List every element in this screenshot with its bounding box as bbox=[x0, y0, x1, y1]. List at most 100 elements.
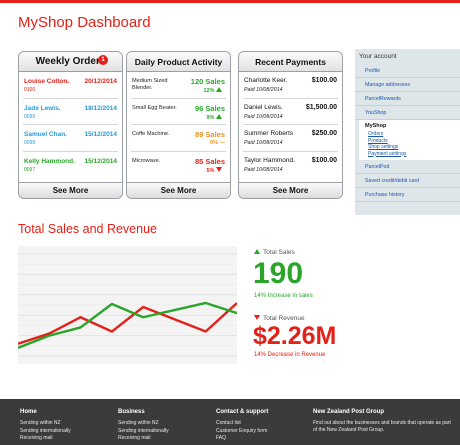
trend-down-icon bbox=[254, 315, 260, 320]
sidebar-item-purchase-history[interactable]: Purchase history bbox=[355, 188, 460, 202]
footer-link[interactable]: Sending internationally bbox=[20, 428, 115, 436]
payer-name: Summer Roberts bbox=[244, 130, 294, 137]
footer-col-business: Business Sending within NZ Sending inter… bbox=[118, 409, 213, 443]
product-change: 5% bbox=[206, 166, 225, 174]
weekly-orders-see-more-button[interactable]: See More bbox=[19, 182, 122, 198]
order-date: 20/12/2014 bbox=[84, 78, 117, 85]
product-name: Small Egg Beater. bbox=[132, 104, 177, 111]
sales-section-title: Total Sales and Revenue bbox=[18, 222, 157, 236]
chart-svg bbox=[17, 253, 238, 357]
footer-link[interactable]: Sending internationally bbox=[118, 428, 213, 436]
recent-payments-see-more-button[interactable]: See More bbox=[239, 182, 342, 198]
total-sales-label: Total Sales bbox=[254, 249, 295, 256]
product-name: Medium Sized Blender. bbox=[132, 78, 168, 91]
recent-payments-header: Recent Payments bbox=[239, 52, 342, 72]
trend-flat-icon: — bbox=[219, 140, 226, 146]
sidebar-item-parcelrewards[interactable]: ParcelRewards bbox=[355, 92, 460, 106]
payment-date: Paid 10/08/2014 bbox=[244, 87, 283, 93]
order-date: 15/12/2014 bbox=[84, 131, 117, 138]
total-sales-label-text: Total Sales bbox=[263, 249, 295, 256]
payment-amount: $100.00 bbox=[311, 77, 337, 84]
footer-link[interactable]: Customer Enquiry form bbox=[216, 428, 311, 436]
sidebar-myshop-group: MyShop Orders Products Shop settings Pay… bbox=[359, 120, 460, 160]
order-customer: Louise Colton. bbox=[24, 78, 70, 85]
page-title: MyShop Dashboard bbox=[18, 14, 151, 31]
product-change-value: 12% bbox=[203, 88, 215, 94]
weekly-orders-card: Weekly Orders 1 Louise Colton. 20/12/201… bbox=[18, 51, 123, 199]
chart-series-line-0 bbox=[17, 302, 238, 345]
product-change-value: 5% bbox=[206, 167, 215, 174]
order-row[interactable]: Kelly Hammond. 15/12/2014 0097 bbox=[23, 152, 118, 179]
recent-payments-card: Recent Payments Charlotte Keer. $100.00 … bbox=[238, 51, 343, 199]
payment-amount: $100.00 bbox=[311, 156, 337, 164]
footer-heading: Home bbox=[20, 409, 37, 415]
payer-name: Charlotte Keer. bbox=[244, 77, 288, 84]
order-id: 0098 bbox=[24, 140, 36, 146]
sidebar-item-saved-cards[interactable]: Saved credit/debit card bbox=[355, 174, 460, 188]
footer-col-group: New Zealand Post Group Find out about th… bbox=[313, 409, 453, 434]
footer-link[interactable]: Receiving mail bbox=[118, 435, 213, 443]
product-row[interactable]: Microwave. 85 Sales 5% bbox=[131, 152, 226, 179]
trend-up-icon bbox=[254, 249, 260, 254]
payment-date: Paid 10/08/2014 bbox=[244, 140, 283, 146]
footer-link[interactable]: Contact list bbox=[216, 420, 311, 428]
order-row[interactable]: Louise Colton. 20/12/2014 0100 bbox=[23, 72, 118, 99]
total-revenue-change: 14% Decrease in Revenue bbox=[254, 352, 326, 358]
footer-link[interactable]: FAQ bbox=[216, 435, 311, 443]
payment-date: Paid 10/08/2014 bbox=[244, 113, 283, 120]
payment-row[interactable]: Charlotte Keer. $100.00 Paid 10/08/2014 bbox=[243, 72, 338, 99]
product-activity-card: Daily Product Activity Medium Sized Blen… bbox=[126, 51, 231, 199]
product-change-value: 9% bbox=[206, 114, 215, 121]
sidebar-item-youshop[interactable]: YouShop bbox=[355, 106, 460, 120]
footer-heading: Business bbox=[118, 409, 145, 415]
product-sales: 89 Sales bbox=[194, 130, 225, 139]
footer-link[interactable]: Sending within NZ bbox=[20, 420, 115, 428]
product-activity-see-more-button[interactable]: See More bbox=[127, 182, 230, 198]
footer-col-home: Home Sending within NZ Sending internati… bbox=[20, 409, 115, 443]
order-date: 15/12/2014 bbox=[84, 157, 117, 165]
total-revenue-label: Total Revenue bbox=[254, 315, 305, 322]
order-customer: Jade Lewis. bbox=[24, 104, 61, 112]
payment-amount: $250.00 bbox=[311, 130, 337, 137]
order-id: 0097 bbox=[24, 166, 36, 173]
sidebar-myshop-title[interactable]: MyShop bbox=[365, 123, 460, 129]
product-row[interactable]: Medium Sized Blender. 120 Sales 12% bbox=[131, 72, 226, 99]
total-revenue-label-text: Total Revenue bbox=[263, 315, 305, 322]
weekly-orders-title: Weekly Orders bbox=[35, 56, 106, 67]
product-change: 12% bbox=[203, 87, 225, 94]
trend-up-icon bbox=[216, 113, 222, 119]
total-sales-value: 190 bbox=[253, 257, 304, 290]
payer-name: Taylor Hammond. bbox=[244, 156, 295, 164]
product-activity-header: Daily Product Activity bbox=[127, 52, 230, 72]
sidebar-title: Your account bbox=[359, 53, 397, 60]
product-row[interactable]: Small Egg Beater. 96 Sales 9% bbox=[131, 99, 226, 125]
sidebar-link-payment-settings[interactable]: Payment settings bbox=[365, 151, 460, 158]
footer-link[interactable]: Receiving mail bbox=[20, 435, 115, 443]
account-sidebar: Your account Profile Manage addresses Pa… bbox=[355, 49, 460, 215]
footer-heading[interactable]: New Zealand Post Group bbox=[313, 409, 453, 415]
sidebar-item-profile[interactable]: Profile bbox=[355, 64, 460, 78]
payment-row[interactable]: Taylor Hammond. $100.00 Paid 10/08/2014 bbox=[243, 152, 338, 179]
payment-row[interactable]: Summer Roberts $250.00 Paid 10/08/2014 bbox=[243, 125, 338, 152]
payer-name: Daniel Lewis. bbox=[244, 103, 283, 111]
order-id: 0100 bbox=[24, 87, 36, 93]
product-name: Coffe Machine. bbox=[132, 131, 170, 137]
product-row[interactable]: Coffe Machine. 89 Sales 0% — bbox=[131, 125, 226, 152]
notification-badge[interactable]: 1 bbox=[98, 55, 108, 65]
product-sales: 85 Sales bbox=[194, 156, 225, 166]
product-change: 0% — bbox=[210, 140, 225, 146]
order-customer: Kelly Hammond. bbox=[24, 157, 75, 165]
sidebar-item-manage-addresses[interactable]: Manage addresses bbox=[355, 78, 460, 92]
order-customer: Samuel Chan. bbox=[24, 131, 67, 138]
payment-row[interactable]: Daniel Lewis. $1,500.00 Paid 10/08/2014 bbox=[243, 99, 338, 125]
order-row[interactable]: Jade Lewis. 18/12/2014 0099 bbox=[23, 99, 118, 125]
weekly-orders-header: Weekly Orders 1 bbox=[19, 52, 122, 72]
payment-amount: $1,500.00 bbox=[305, 103, 337, 111]
trend-down-icon bbox=[216, 166, 222, 172]
sidebar-item-parcelpod[interactable]: ParcelPod bbox=[355, 160, 460, 174]
order-row[interactable]: Samuel Chan. 15/12/2014 0098 bbox=[23, 125, 118, 152]
footer-link[interactable]: Sending within NZ bbox=[118, 420, 213, 428]
product-change: 9% bbox=[206, 113, 225, 121]
dashboard-page: MyShop Dashboard Weekly Orders 1 Louise … bbox=[0, 0, 460, 445]
footer-group-text: Find out about the businesses and brands… bbox=[313, 420, 451, 433]
